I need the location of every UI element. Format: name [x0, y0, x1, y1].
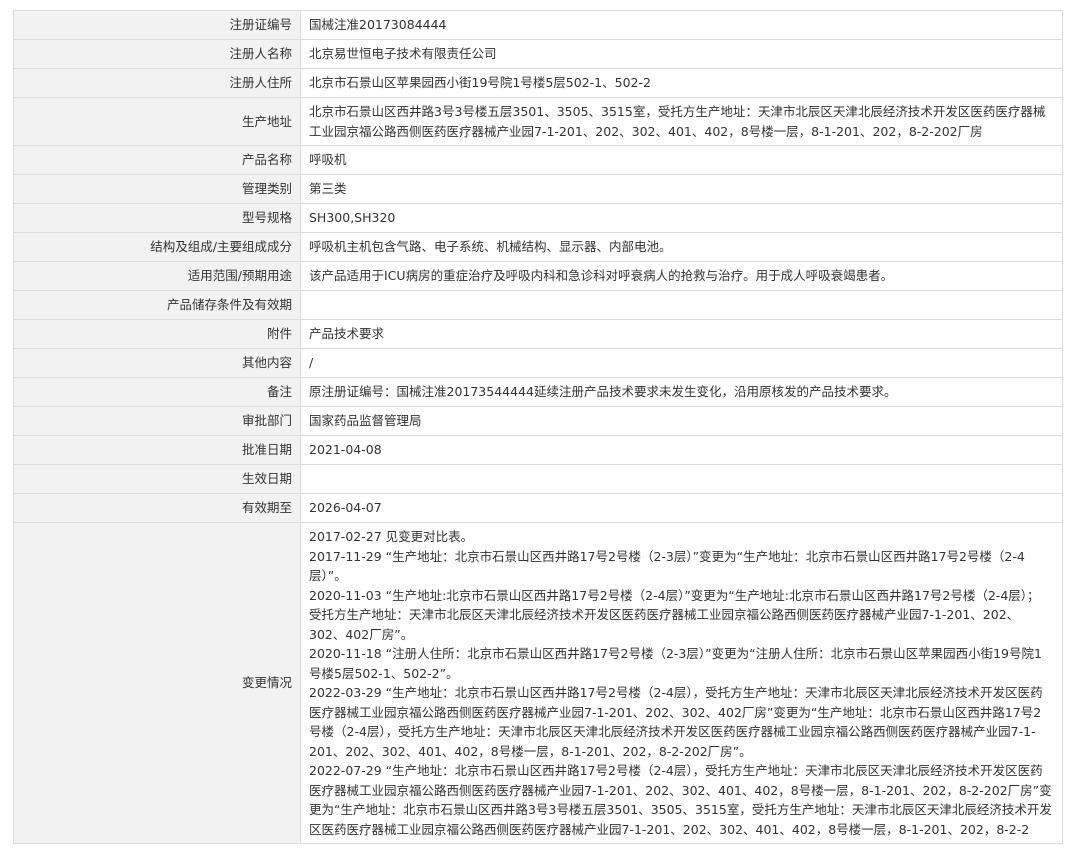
field-value: / — [300, 348, 1063, 378]
field-label: 其他内容 — [13, 348, 301, 378]
field-value: 国家药品监督管理局 — [300, 406, 1063, 436]
row-intended-use: 适用范围/预期用途 该产品适用于ICU病房的重症治疗及呼吸内科和急诊科对呼衰病人… — [13, 261, 1063, 291]
row-other-content: 其他内容 / — [13, 348, 1063, 378]
row-registrant-address: 注册人住所 北京市石景山区苹果园西小街19号院1号楼5层502-1、502-2 — [13, 68, 1063, 98]
field-label: 产品储存条件及有效期 — [13, 290, 301, 320]
field-value: 呼吸机主机包含气路、电子系统、机械结构、显示器、内部电池。 — [300, 232, 1063, 262]
field-value: 2021-04-08 — [300, 435, 1063, 465]
field-label: 产品名称 — [13, 145, 301, 175]
row-change-history: 变更情况 2017-02-27 见变更对比表。 2017-11-29 “生产地址… — [13, 522, 1063, 844]
row-effective-date: 生效日期 — [13, 464, 1063, 494]
registration-table: 注册证编号 国械注准20173084444 注册人名称 北京易世恒电子技术有限责… — [13, 10, 1063, 844]
row-valid-until: 有效期至 2026-04-07 — [13, 493, 1063, 523]
row-structure-composition: 结构及组成/主要组成成分 呼吸机主机包含气路、电子系统、机械结构、显示器、内部电… — [13, 232, 1063, 262]
field-label: 变更情况 — [13, 522, 301, 844]
field-value: 原注册证编号：国械注准20173544444延续注册产品技术要求未发生变化，沿用… — [300, 377, 1063, 407]
field-value: 国械注准20173084444 — [300, 10, 1063, 40]
registration-info: 注册证编号 国械注准20173084444 注册人名称 北京易世恒电子技术有限责… — [13, 10, 1063, 844]
field-label: 适用范围/预期用途 — [13, 261, 301, 291]
row-approval-date: 批准日期 2021-04-08 — [13, 435, 1063, 465]
field-label: 管理类别 — [13, 174, 301, 204]
field-value — [300, 464, 1063, 494]
field-value — [300, 290, 1063, 320]
field-value: 北京市石景山区苹果园西小街19号院1号楼5层502-1、502-2 — [300, 68, 1063, 98]
row-model-spec: 型号规格 SH300,SH320 — [13, 203, 1063, 233]
field-label: 结构及组成/主要组成成分 — [13, 232, 301, 262]
change-entry: 2017-02-27 见变更对比表。 — [309, 529, 474, 544]
change-entry: 2022-03-29 “生产地址：北京市石景山区西井路17号2号楼（2-4层），… — [309, 685, 1043, 759]
field-label: 批准日期 — [13, 435, 301, 465]
field-label: 生产地址 — [13, 97, 301, 146]
field-label: 有效期至 — [13, 493, 301, 523]
field-value: 北京市石景山区西井路3号3号楼五层3501、3505、3515室，受托方生产地址… — [300, 97, 1063, 146]
field-value: 北京易世恒电子技术有限责任公司 — [300, 39, 1063, 69]
field-label: 审批部门 — [13, 406, 301, 436]
field-value: SH300,SH320 — [300, 203, 1063, 233]
field-label: 型号规格 — [13, 203, 301, 233]
row-registrant-name: 注册人名称 北京易世恒电子技术有限责任公司 — [13, 39, 1063, 69]
field-label: 生效日期 — [13, 464, 301, 494]
change-entry: 2020-11-03 “生产地址:北京市石景山区西井路17号2号楼（2-4层）”… — [309, 587, 1040, 642]
row-production-address: 生产地址 北京市石景山区西井路3号3号楼五层3501、3505、3515室，受托… — [13, 97, 1063, 146]
field-label: 注册人名称 — [13, 39, 301, 69]
change-entry: 2017-11-29 “生产地址：北京市石景山区西井路17号2号楼（2-3层）”… — [309, 548, 1025, 584]
row-storage-validity: 产品储存条件及有效期 — [13, 290, 1063, 320]
row-product-name: 产品名称 呼吸机 — [13, 145, 1063, 175]
row-attachment: 附件 产品技术要求 — [13, 319, 1063, 349]
field-value: 呼吸机 — [300, 145, 1063, 175]
row-registration-number: 注册证编号 国械注准20173084444 — [13, 10, 1063, 40]
change-history-value: 2017-02-27 见变更对比表。 2017-11-29 “生产地址：北京市石… — [300, 522, 1063, 844]
field-label: 备注 — [13, 377, 301, 407]
field-label: 附件 — [13, 319, 301, 349]
field-value: 该产品适用于ICU病房的重症治疗及呼吸内科和急诊科对呼衰病人的抢救与治疗。用于成… — [300, 261, 1063, 291]
field-value: 第三类 — [300, 174, 1063, 204]
field-label: 注册证编号 — [13, 10, 301, 40]
change-entry: 2022-07-29 “生产地址：北京市石景山区西井路17号2号楼（2-4层），… — [309, 763, 1052, 837]
row-management-category: 管理类别 第三类 — [13, 174, 1063, 204]
field-label: 注册人住所 — [13, 68, 301, 98]
field-value: 产品技术要求 — [300, 319, 1063, 349]
field-value: 2026-04-07 — [300, 493, 1063, 523]
row-remarks: 备注 原注册证编号：国械注准20173544444延续注册产品技术要求未发生变化… — [13, 377, 1063, 407]
row-approval-department: 审批部门 国家药品监督管理局 — [13, 406, 1063, 436]
change-entry: 2020-11-18 “注册人住所：北京市石景山区西井路17号2号楼（2-3层）… — [309, 646, 1042, 681]
